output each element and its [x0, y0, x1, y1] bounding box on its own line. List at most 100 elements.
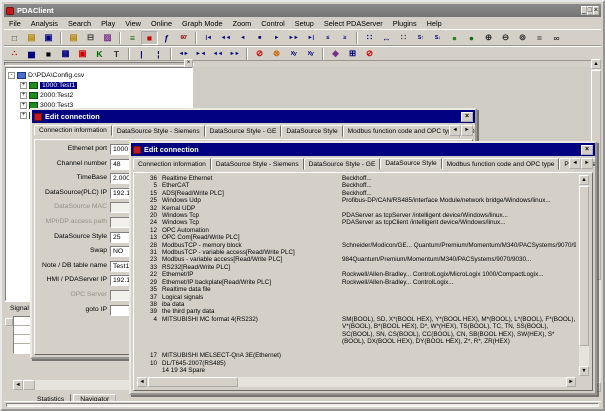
record-icon[interactable]: ■ [141, 31, 158, 45]
xy-plot2-icon[interactable]: Xy [302, 47, 319, 61]
tab-datasource-style-ge[interactable]: DataSource Style - GE [304, 158, 381, 170]
compress-x-icon[interactable]: ►◄ [192, 47, 209, 61]
zoom-in-icon[interactable]: ⊕ [480, 31, 497, 45]
print-icon[interactable]: ⊟ [82, 31, 99, 45]
scroll-left-icon[interactable]: ◄ [13, 380, 23, 390]
zoom-window-icon[interactable]: ⊚ [514, 31, 531, 45]
page-back-icon[interactable]: ≤ [319, 31, 336, 45]
list-item[interactable]: 22Ethernet/IPRockwell/Allen-Bradley... C… [137, 271, 576, 278]
tree-root[interactable]: -D:\PDA\Config.csv [8, 70, 192, 80]
realtime-pause-icon[interactable]: ⊘ [251, 47, 268, 61]
shift-right-icon[interactable]: ►► [226, 47, 243, 61]
tab-connection-information[interactable]: Connection information [34, 125, 112, 136]
menu-item-analysis[interactable]: Analysis [26, 18, 63, 29]
menu-item-search[interactable]: Search [63, 18, 96, 29]
tab-datasource-style-siemens[interactable]: DataSource Style - Siemens [211, 158, 304, 170]
list-hscroll-thumb[interactable] [148, 377, 238, 387]
list-item[interactable]: 12OPC Automation [137, 227, 576, 234]
scroll-up-icon[interactable]: ▲ [591, 59, 601, 69]
tab-scroll-left-icon[interactable]: ◄ [569, 158, 581, 169]
menu-item-plugins[interactable]: Plugins [388, 18, 422, 29]
skip-to-end-icon[interactable]: ►| [302, 31, 319, 45]
function-icon[interactable]: ƒ [158, 31, 175, 45]
cursor-dashed-icon[interactable]: ¦ [150, 47, 167, 61]
menu-item-help[interactable]: Help [422, 18, 447, 29]
tile-view-icon[interactable]: ▦ [57, 47, 74, 61]
menu-item-online[interactable]: Online [146, 18, 177, 29]
list-item[interactable]: 38iba data [137, 301, 576, 308]
open-analysis-icon[interactable]: ▤ [65, 31, 82, 45]
tab-datasource-style[interactable]: DataSource Style [380, 158, 441, 169]
tab-datasource-style[interactable]: DataSource Style [281, 125, 342, 137]
xy-plot-icon[interactable]: Xy [285, 47, 302, 61]
open-file-icon[interactable]: ▤ [23, 31, 40, 45]
list-item[interactable]: 25Windows UdpProfibus-DP/CAN/RS485/inter… [137, 197, 576, 204]
menu-item-zoom[interactable]: Zoom [228, 18, 257, 29]
skip-to-start-icon[interactable]: |◄ [200, 31, 217, 45]
list-item[interactable]: 39the third party data [137, 308, 576, 315]
open-play-folder-icon[interactable]: ▨ [99, 31, 116, 45]
list-item[interactable]: 17MITSUBISHI MELSECT-QnA 3E(Ethernet) [137, 352, 576, 359]
menu-item-view[interactable]: View [120, 18, 146, 29]
dialog-titlebar[interactable]: Edit connection × [32, 110, 475, 123]
list-item[interactable]: 10DL/T645-2007(RS485) [137, 360, 576, 367]
scatter-plot-icon[interactable]: ∴ [6, 47, 23, 61]
list-item[interactable]: 29Ethernet/IP backplate[Read/Write PLC]R… [137, 279, 576, 286]
scroll-left-icon[interactable]: ◄ [137, 377, 147, 387]
tree-item-2000-test2[interactable]: +2000:Test2 [8, 90, 192, 100]
degree-icon[interactable]: 60' [175, 31, 192, 45]
range-select-icon[interactable]: ∷ [361, 31, 378, 45]
shift-left-icon[interactable]: ◄◄ [209, 47, 226, 61]
bar-chart-icon[interactable]: ▅ [23, 47, 40, 61]
tree-expand-icon[interactable]: + [20, 82, 27, 89]
play-icon[interactable]: ► [268, 31, 285, 45]
pan-horizontal-icon[interactable]: ↔ [378, 31, 395, 45]
scroll-right-icon[interactable]: ► [566, 377, 576, 387]
grid-select-icon[interactable]: ∷ [395, 31, 412, 45]
list-item[interactable]: 24Windows TcpPDAServer as tcpClient /int… [137, 219, 576, 226]
tab-modbus-function-code-and-opc-type[interactable]: Modbus function code and OPC type [343, 125, 461, 137]
list-item[interactable]: 32Kernal UDP [137, 205, 576, 212]
menu-item-setup[interactable]: Setup [290, 18, 319, 29]
close-icon[interactable]: × [461, 112, 473, 122]
window-view-icon[interactable]: ▣ [74, 47, 91, 61]
list-item[interactable]: 13OPC Com[Read/Write PLC] [137, 234, 576, 241]
list-item[interactable]: 36Realtime EthernetBeckhoff... [137, 175, 576, 182]
dialog-titlebar[interactable]: Edit connection × [131, 143, 595, 156]
menu-item-play[interactable]: Play [96, 18, 120, 29]
fast-forward-icon[interactable]: ►► [285, 31, 302, 45]
signal-panel-gripper[interactable] [5, 318, 13, 326]
minimize-button[interactable]: _ [581, 6, 587, 15]
sort-up-icon[interactable]: S↑ [412, 31, 429, 45]
list-item[interactable]: 37Logical signals [137, 294, 576, 301]
tab-scroll-right-icon[interactable]: ► [581, 158, 593, 169]
tab-scroll-left-icon[interactable]: ◄ [449, 125, 461, 136]
list-vertical-scrollbar[interactable]: ▲ ▼ [579, 175, 589, 376]
channel-grid-icon[interactable]: ⊞ [344, 47, 361, 61]
signal-scroll-thumb[interactable] [23, 380, 35, 390]
page-forward-icon[interactable]: ≥ [336, 31, 353, 45]
scroll-down-icon[interactable]: ▼ [579, 366, 589, 376]
tab-modbus-function-code-and-opc-type[interactable]: Modbus function code and OPC type [442, 158, 560, 170]
maximize-button[interactable]: □ [587, 6, 593, 15]
list-item[interactable]: 20Windows TcpPDAServer as tcpServer /int… [137, 212, 576, 219]
black-square-icon[interactable]: ■ [40, 47, 57, 61]
scroll-up-icon[interactable]: ▲ [579, 175, 589, 185]
list-item[interactable]: 15ADS[Read/Write PLC]Beckhoff... [137, 190, 576, 197]
list-item[interactable]: 35Realtime data file [137, 286, 576, 293]
stop-icon[interactable]: ■ [251, 31, 268, 45]
time-slider-track[interactable] [4, 62, 194, 66]
k-line-icon[interactable]: K [91, 47, 108, 61]
signal-manager-icon[interactable]: ◆ [327, 47, 344, 61]
list-item[interactable]: 31ModbusTCP - variable access[Read/Write… [137, 249, 576, 256]
step-back-icon[interactable]: ◄ [234, 31, 251, 45]
realtime-alarm-icon[interactable]: ⊗ [268, 47, 285, 61]
disconnect-icon[interactable]: ⊘ [361, 47, 378, 61]
sort-down-icon[interactable]: S↓ [429, 31, 446, 45]
tree-expand-icon[interactable]: + [20, 112, 27, 119]
list-horizontal-scrollbar[interactable]: ◄ ► [137, 377, 576, 387]
menu-item-graph-mode[interactable]: Graph Mode [177, 18, 228, 29]
list-item[interactable]: 14 19 34 Spare [137, 367, 576, 374]
tree-item-1000-test1[interactable]: +1000:Test1 [8, 80, 192, 90]
text-view-icon[interactable]: T [108, 47, 125, 61]
